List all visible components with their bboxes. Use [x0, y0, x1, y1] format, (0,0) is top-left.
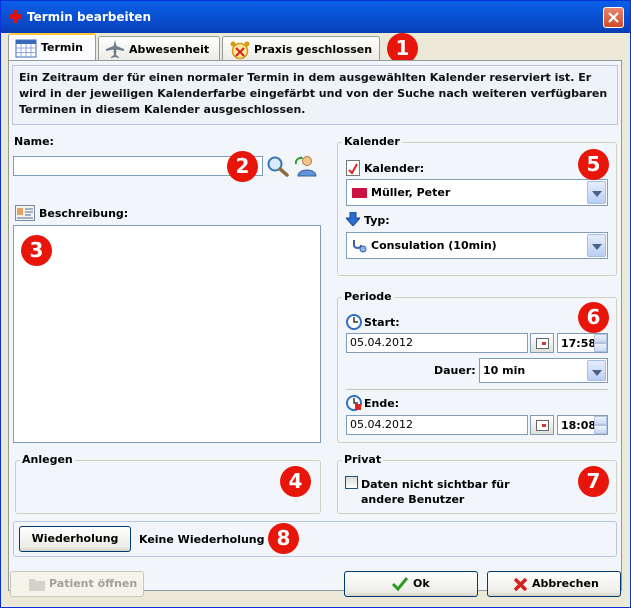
kalender-title: Kalender — [342, 135, 402, 148]
patient-open-label: Patient öffnen — [49, 577, 138, 590]
dauer-label: Dauer: — [434, 364, 476, 377]
spinner-down-icon[interactable] — [594, 425, 607, 434]
badge-7: 7 — [578, 466, 609, 497]
ende-time-spinner[interactable]: 18:08 — [557, 415, 608, 435]
anlegen-group: Anlegen — [15, 453, 321, 514]
cancel-label: Abbrechen — [532, 577, 599, 590]
dauer-select[interactable]: 10 min — [479, 358, 608, 383]
checkmark-icon — [392, 577, 408, 591]
name-input[interactable] — [13, 156, 263, 176]
folder-icon — [29, 579, 45, 591]
spinner-down-icon[interactable] — [594, 343, 607, 352]
clock-end-icon — [346, 395, 362, 411]
blue-down-arrow-icon — [346, 212, 360, 226]
start-time-spinner[interactable]: 17:58 — [557, 333, 608, 353]
wiederholung-button[interactable]: Wiederholung — [19, 526, 131, 552]
patient-open-button[interactable]: Patient öffnen — [10, 571, 144, 597]
privat-checkbox[interactable] — [345, 476, 358, 489]
typ-value: Consulation (10min) — [371, 239, 497, 252]
close-icon — [608, 12, 619, 23]
ende-date-picker-button[interactable] — [530, 415, 554, 435]
calendar-icon — [15, 39, 37, 58]
badge-3: 3 — [21, 235, 52, 266]
contact-person-icon[interactable] — [294, 154, 318, 178]
tab-panel: Ein Zeitraum der für einen normaler Term… — [8, 60, 622, 591]
description-text: Ein Zeitraum der für einen normaler Term… — [12, 65, 618, 125]
tab-termin[interactable]: Termin — [8, 33, 96, 61]
alarm-clock-closed-icon — [230, 41, 250, 60]
stethoscope-icon — [353, 240, 367, 253]
kalender-label: Kalender: — [364, 162, 425, 175]
chevron-down-icon[interactable] — [587, 234, 606, 257]
ok-button[interactable]: Ok — [344, 571, 478, 597]
kalender-color-swatch — [352, 188, 367, 198]
chevron-down-icon[interactable] — [587, 181, 606, 204]
chevron-down-icon[interactable] — [587, 360, 606, 381]
tab-termin-label: Termin — [41, 41, 83, 54]
dialog-window: Termin bearbeiten Termin Abwesenheit Pra… — [0, 0, 631, 608]
start-time-value: 17:58 — [561, 337, 597, 350]
typ-select[interactable]: Consulation (10min) — [346, 232, 608, 259]
badge-8: 8 — [268, 523, 299, 554]
spinner-up-icon[interactable] — [594, 334, 607, 343]
dialog-client: Termin Abwesenheit Praxis geschlossen 1 … — [4, 33, 627, 605]
start-date-picker-button[interactable] — [530, 333, 554, 353]
dauer-value: 10 min — [483, 364, 526, 377]
close-button[interactable] — [603, 7, 624, 28]
ende-label: Ende: — [364, 397, 400, 410]
start-date-input[interactable]: 05.04.2012 — [346, 333, 528, 353]
red-cross-icon — [9, 10, 22, 23]
start-label: Start: — [364, 316, 400, 329]
name-label: Name: — [14, 135, 54, 148]
wiederholung-status: Keine Wiederholung — [139, 533, 265, 546]
beschreibung-label: Beschreibung: — [39, 207, 129, 220]
beschreibung-textarea[interactable] — [13, 225, 321, 443]
description-card-icon — [15, 205, 35, 221]
ende-time-value: 18:08 — [561, 419, 597, 432]
badge-4: 4 — [280, 466, 311, 497]
clock-start-icon — [346, 314, 362, 330]
cancel-button[interactable]: Abbrechen — [487, 571, 621, 597]
periode-divider — [346, 389, 608, 390]
kalender-value: Müller, Peter — [371, 186, 451, 199]
tab-praxis-geschlossen[interactable]: Praxis geschlossen — [222, 36, 380, 60]
ende-date-input[interactable]: 05.04.2012 — [346, 415, 528, 435]
title-bar[interactable]: Termin bearbeiten — [1, 1, 630, 33]
tab-abwesenheit[interactable]: Abwesenheit — [98, 36, 220, 60]
privat-checkbox-label[interactable]: Daten nicht sichtbar für andere Benutzer — [361, 477, 510, 507]
privat-title: Privat — [342, 453, 384, 466]
spinner-up-icon[interactable] — [594, 416, 607, 425]
badge-6: 6 — [578, 302, 609, 333]
calendar-small-icon — [536, 420, 549, 431]
badge-2: 2 — [227, 151, 258, 182]
tab-abwesenheit-label: Abwesenheit — [129, 43, 210, 56]
typ-label: Typ: — [364, 214, 390, 227]
tab-praxis-label: Praxis geschlossen — [254, 43, 373, 56]
window-title: Termin bearbeiten — [27, 10, 151, 24]
search-icon[interactable] — [266, 155, 290, 177]
ok-label: Ok — [413, 577, 430, 590]
calendar-page-icon — [346, 160, 360, 176]
badge-5: 5 — [578, 149, 609, 180]
anlegen-title: Anlegen — [20, 453, 75, 466]
periode-title: Periode — [342, 290, 394, 303]
kalender-select[interactable]: Müller, Peter — [346, 179, 608, 206]
airplane-icon — [106, 40, 124, 58]
calendar-small-icon — [536, 338, 549, 349]
cancel-x-icon — [513, 577, 528, 592]
